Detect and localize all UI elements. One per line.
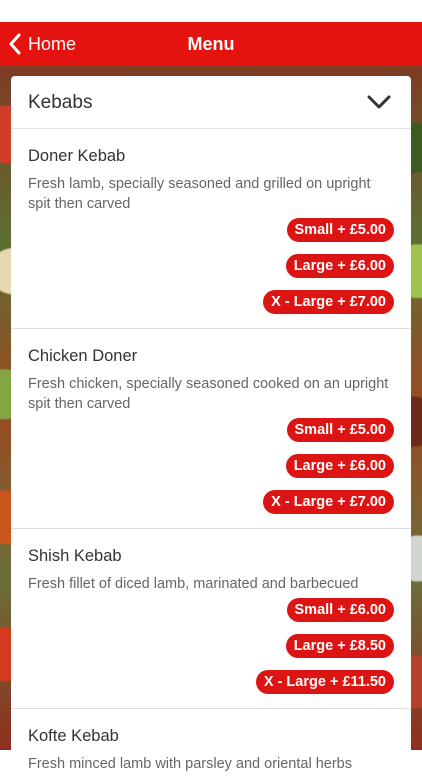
menu-card: Kebabs Doner Kebab Fresh lamb, specially… — [11, 76, 411, 776]
menu-item[interactable]: Shish Kebab Fresh fillet of diced lamb, … — [11, 547, 411, 709]
item-description: Fresh chicken, specially seasoned cooked… — [28, 376, 389, 412]
item-name: Shish Kebab — [28, 547, 122, 565]
item-description: Fresh fillet of diced lamb, marinated an… — [28, 576, 359, 592]
price-button-x-large[interactable]: X - Large + £7.00 — [263, 490, 394, 514]
back-button[interactable]: Home — [8, 22, 76, 66]
price-options: Small + £6.00 Large + £8.50 X - Large + … — [11, 594, 411, 708]
price-options: Small + £5.00 Large + £6.00 X - Large + … — [11, 414, 411, 528]
price-button-large[interactable]: Large + £6.00 — [285, 454, 394, 478]
back-label: Home — [28, 33, 77, 54]
item-name: Doner Kebab — [28, 147, 126, 165]
item-name: Chicken Doner — [28, 347, 138, 365]
chevron-down-icon[interactable] — [367, 95, 391, 109]
price-button-small[interactable]: Small + £5.00 — [286, 218, 394, 242]
price-button-large[interactable]: Large + £6.00 — [285, 254, 394, 278]
price-options: Small + £5.00 Large + £6.00 X - Large + … — [11, 214, 411, 328]
chevron-left-icon — [9, 33, 21, 55]
price-button-small[interactable]: Small + £6.00 — [286, 598, 394, 622]
menu-item[interactable]: Chicken Doner Fresh chicken, specially s… — [11, 347, 411, 529]
status-bar — [0, 0, 422, 22]
menu-item[interactable]: Kofte Kebab Fresh minced lamb with parsl… — [11, 727, 411, 774]
item-name: Kofte Kebab — [28, 727, 119, 745]
price-button-large[interactable]: Large + £8.50 — [285, 634, 394, 658]
item-description: Fresh minced lamb with parsley and orien… — [28, 756, 352, 772]
category-title: Kebabs — [28, 92, 93, 113]
menu-item[interactable]: Doner Kebab Fresh lamb, specially season… — [11, 147, 411, 329]
price-button-small[interactable]: Small + £5.00 — [286, 418, 394, 442]
price-button-x-large[interactable]: X - Large + £11.50 — [255, 670, 394, 694]
price-button-x-large[interactable]: X - Large + £7.00 — [263, 290, 394, 314]
item-description: Fresh lamb, specially seasoned and grill… — [28, 176, 371, 212]
category-header[interactable]: Kebabs — [11, 76, 411, 129]
nav-bar: Home Menu — [0, 22, 422, 66]
